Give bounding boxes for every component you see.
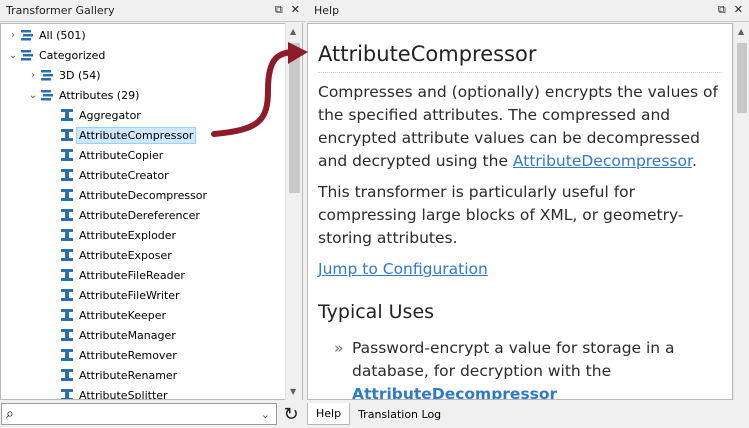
- tree-item[interactable]: AttributeCompressor: [47, 125, 197, 145]
- tree-item-label: AttributeCreator: [79, 168, 169, 182]
- tab-help[interactable]: Help: [307, 403, 351, 425]
- typical-uses-heading: Typical Uses: [318, 301, 435, 323]
- list-item: » Password-encrypt a value for storage i…: [318, 337, 722, 399]
- tree-item[interactable]: AttributeKeeper: [47, 305, 166, 325]
- search-dropdown-icon[interactable]: ⌄: [261, 408, 270, 421]
- tree-item-label: AttributeDecompressor: [79, 188, 208, 202]
- scroll-up-icon[interactable]: ▲: [738, 27, 744, 36]
- tree-item[interactable]: AttributeCopier: [47, 145, 163, 165]
- tree-item[interactable]: › 3D (54): [27, 65, 101, 85]
- tree-item-label: AttributeKeeper: [79, 308, 167, 322]
- transformer-tree[interactable]: › All (501) ⌄ Categorized › 3D (54) ⌄ Attribute…: [0, 23, 303, 400]
- stack-icon: [19, 48, 35, 62]
- bullet-text: Password-encrypt a value for storage in …: [352, 337, 722, 399]
- scrollbar-thumb[interactable]: [737, 43, 747, 113]
- tree-item-label: Aggregator: [79, 108, 141, 122]
- help-heading: AttributeCompressor: [318, 42, 722, 73]
- scroll-down-icon[interactable]: ▼: [290, 387, 296, 396]
- tree-item-label: All (501): [39, 28, 86, 42]
- tree-item-label: AttributeRemover: [79, 348, 177, 362]
- tree-item-label: AttributeSplitter: [79, 388, 168, 400]
- bullet-mark: »: [334, 339, 344, 357]
- help-panel-title: Help ⧉ ✕: [308, 0, 749, 22]
- close-icon[interactable]: ✕: [734, 3, 743, 17]
- transformer-icon: [59, 328, 75, 342]
- tree-item[interactable]: AttributeCreator: [47, 165, 169, 185]
- chevron-down-icon[interactable]: ⌄: [27, 90, 39, 101]
- transformer-icon: [59, 128, 75, 142]
- tree-item-label: AttributeExploder: [79, 228, 177, 242]
- tree-item-label: AttributeCopier: [79, 148, 164, 162]
- tree-item-label: Categorized: [39, 48, 106, 62]
- transformer-icon: [59, 268, 75, 282]
- chevron-right-icon[interactable]: ›: [27, 70, 39, 81]
- transformer-icon: [59, 188, 75, 202]
- tree-item-label: 3D (54): [59, 68, 101, 82]
- tree-item-label: AttributeFileWriter: [79, 288, 180, 302]
- attribute-decompressor-bold-link[interactable]: AttributeDecompressor: [352, 385, 557, 399]
- tree-item[interactable]: AttributeExploder: [47, 225, 176, 245]
- tree-item-label: AttributeRenamer: [79, 368, 178, 382]
- description-end: .: [691, 152, 697, 170]
- transformer-icon: [59, 208, 75, 222]
- tree-item[interactable]: AttributeFileReader: [47, 265, 185, 285]
- search-icon: ⌕: [6, 406, 14, 422]
- tree-item-label: AttributeExposer: [79, 248, 172, 262]
- search-input[interactable]: [17, 405, 261, 423]
- transformer-icon: [59, 228, 75, 242]
- close-icon[interactable]: ✕: [291, 3, 300, 17]
- search-bar[interactable]: ⌕ ⌄: [1, 403, 277, 425]
- tree-item[interactable]: AttributeDecompressor: [47, 185, 207, 205]
- description-paragraph: Compresses and (optionally) encrypts the…: [318, 81, 722, 173]
- tree-item-label: AttributeManager: [79, 328, 176, 342]
- tree-item-label: Attributes (29): [59, 88, 140, 102]
- tree-item[interactable]: AttributeSplitter: [47, 385, 168, 400]
- tree-item-label: AttributeFileReader: [79, 268, 185, 282]
- transformer-icon: [59, 248, 75, 262]
- help-title-text: Help: [314, 4, 340, 17]
- gallery-title-text: Transformer Gallery: [6, 4, 115, 17]
- transformer-icon: [59, 388, 75, 399]
- float-icon[interactable]: ⧉: [718, 3, 726, 17]
- transformer-icon: [59, 288, 75, 302]
- tree-item[interactable]: ⌄ Categorized: [7, 45, 106, 65]
- help-content: AttributeCompressor Compresses and (opti…: [307, 23, 733, 400]
- jump-to-configuration-link[interactable]: Jump to Configuration: [318, 260, 488, 278]
- gallery-panel-title: Transformer Gallery ⧉ ✕: [0, 0, 306, 22]
- transformer-icon: [59, 368, 75, 382]
- stack-icon: [19, 28, 35, 42]
- tree-item[interactable]: › All (501): [7, 25, 86, 45]
- attribute-decompressor-link[interactable]: AttributeDecompressor: [513, 152, 692, 170]
- chevron-right-icon[interactable]: ›: [7, 30, 19, 41]
- tree-item[interactable]: AttributeExposer: [47, 245, 172, 265]
- scroll-up-icon[interactable]: ▲: [290, 27, 296, 36]
- transformer-icon: [59, 308, 75, 322]
- refresh-icon: ↻: [283, 403, 299, 425]
- tree-item[interactable]: AttributeManager: [47, 325, 176, 345]
- help-tab-bar: Help Translation Log: [307, 403, 749, 428]
- tree-item[interactable]: AttributeRenamer: [47, 365, 177, 385]
- transformer-icon: [59, 348, 75, 362]
- float-icon[interactable]: ⧉: [275, 3, 283, 17]
- tree-item[interactable]: AttributeDereferencer: [47, 205, 200, 225]
- tree-item[interactable]: AttributeFileWriter: [47, 285, 180, 305]
- tree-item[interactable]: Aggregator: [47, 105, 141, 125]
- tree-item[interactable]: ⌄ Attributes (29): [27, 85, 140, 105]
- stack-icon: [39, 88, 55, 102]
- tree-scrollbar[interactable]: ▲ ▼: [285, 23, 302, 400]
- bullet-text-body: Password-encrypt a value for storage in …: [352, 339, 675, 380]
- tree-item-label: AttributeCompressor: [75, 126, 197, 144]
- tree-item[interactable]: AttributeRemover: [47, 345, 177, 365]
- stack-icon: [39, 68, 55, 82]
- scrollbar-thumb[interactable]: [289, 43, 300, 193]
- chevron-down-icon[interactable]: ⌄: [7, 50, 19, 61]
- usefulness-paragraph: This transformer is particularly useful …: [318, 183, 684, 247]
- refresh-button[interactable]: ↻: [280, 402, 302, 426]
- tab-translation-log[interactable]: Translation Log: [350, 403, 449, 425]
- transformer-icon: [59, 148, 75, 162]
- help-scrollbar[interactable]: ▲: [733, 23, 749, 400]
- transformer-icon: [59, 168, 75, 182]
- transformer-icon: [59, 108, 75, 122]
- tree-item-label: AttributeDereferencer: [79, 208, 200, 222]
